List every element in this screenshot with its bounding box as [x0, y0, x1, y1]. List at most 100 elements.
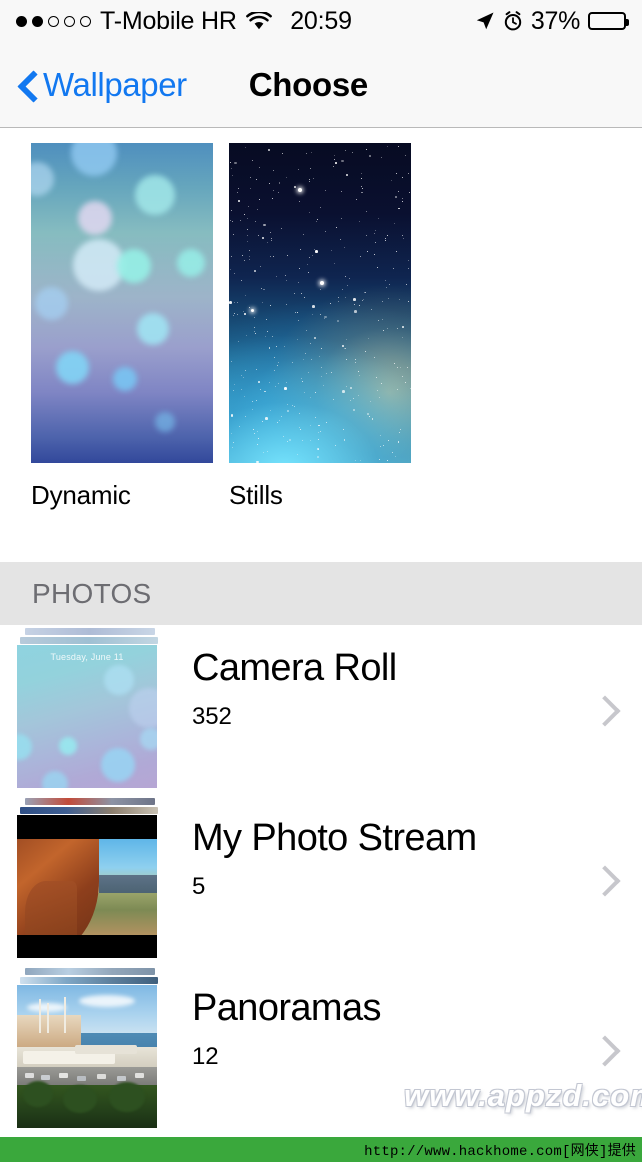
album-count: 5 — [192, 873, 206, 900]
star — [300, 249, 302, 251]
chevron-right-icon[interactable] — [594, 863, 614, 897]
wifi-icon — [245, 11, 272, 31]
star — [291, 362, 293, 364]
star — [342, 428, 344, 430]
star — [293, 292, 295, 294]
dynamic-bokeh-wallpaper[interactable] — [31, 143, 213, 463]
star — [321, 376, 323, 378]
bright-star-3 — [250, 309, 254, 313]
star — [396, 328, 398, 330]
star — [275, 386, 277, 388]
star — [361, 188, 363, 190]
star — [247, 217, 249, 219]
star — [341, 344, 344, 347]
star — [385, 240, 387, 242]
star — [248, 255, 251, 258]
star — [260, 388, 262, 390]
chevron-right-icon[interactable] — [594, 693, 614, 727]
album-row-camera-roll[interactable]: Tuesday, June 11 Camera Roll 352 — [0, 625, 642, 795]
album-row-my-photo-stream[interactable]: My Photo Stream 5 — [0, 795, 642, 965]
star — [240, 374, 242, 376]
star — [233, 161, 237, 165]
star — [308, 179, 310, 181]
star — [317, 219, 319, 221]
star — [398, 191, 400, 193]
footer-source-text: http://www.hackhome.com[网侠]提供 — [364, 1143, 636, 1160]
wallpaper-type-stills[interactable]: Stills — [229, 143, 411, 511]
star — [314, 337, 317, 340]
star — [345, 348, 347, 350]
album-row-panoramas[interactable]: Panoramas 12 — [0, 965, 642, 1135]
star — [278, 181, 281, 184]
star — [268, 346, 271, 349]
star — [286, 255, 288, 257]
star — [365, 292, 367, 294]
stills-nebula-wallpaper[interactable] — [229, 143, 411, 463]
star — [277, 191, 279, 193]
star — [285, 177, 287, 179]
star — [408, 260, 410, 262]
star — [361, 299, 363, 301]
star — [269, 409, 271, 411]
star — [233, 383, 235, 385]
photos-section-label: PHOTOS — [32, 577, 152, 609]
star — [386, 327, 388, 329]
star — [381, 300, 383, 302]
star — [399, 366, 401, 368]
star — [397, 145, 399, 147]
star — [340, 238, 342, 240]
star — [286, 410, 289, 413]
album-list: Tuesday, June 11 Camera Roll 352 My Phot… — [0, 625, 642, 1137]
star — [360, 177, 362, 179]
star — [375, 229, 377, 231]
star — [380, 446, 382, 448]
star — [385, 279, 387, 281]
star — [342, 390, 346, 394]
star — [265, 417, 268, 420]
star — [269, 381, 271, 383]
bright-star-2 — [320, 280, 324, 285]
star — [302, 233, 304, 235]
star — [253, 331, 255, 333]
star — [378, 218, 380, 220]
star — [245, 335, 247, 337]
star — [392, 267, 394, 269]
star — [257, 430, 259, 432]
star — [402, 198, 404, 200]
star — [292, 404, 294, 406]
star — [260, 287, 262, 289]
star — [319, 289, 321, 291]
chevron-right-icon[interactable] — [594, 1033, 614, 1067]
star — [238, 200, 240, 202]
album-title: Camera Roll — [192, 647, 397, 689]
star — [283, 346, 285, 348]
star — [324, 315, 327, 319]
back-button[interactable]: Wallpaper — [16, 66, 187, 104]
star — [270, 255, 272, 257]
star — [360, 186, 362, 188]
star — [340, 159, 344, 163]
star — [276, 346, 278, 348]
star — [335, 227, 337, 229]
star — [388, 439, 390, 441]
car-4 — [77, 1076, 86, 1081]
star — [305, 152, 307, 154]
star — [388, 298, 390, 300]
star — [259, 265, 261, 267]
star — [256, 460, 259, 463]
lockscreen-bubble-1 — [103, 665, 134, 696]
star — [295, 311, 297, 313]
lockscreen-bokeh-thumbnail: Tuesday, June 11 — [17, 645, 157, 788]
navigation-bar: Wallpaper Choose — [0, 42, 642, 128]
star — [314, 416, 316, 418]
star — [297, 339, 299, 341]
star — [379, 396, 381, 398]
star — [256, 368, 258, 370]
star — [258, 199, 260, 201]
star — [365, 235, 367, 237]
bokeh-bubble-12 — [154, 411, 175, 432]
mast-2 — [47, 1003, 49, 1033]
star — [253, 326, 256, 329]
wallpaper-type-dynamic[interactable]: Dynamic — [31, 143, 213, 511]
star — [371, 418, 374, 421]
